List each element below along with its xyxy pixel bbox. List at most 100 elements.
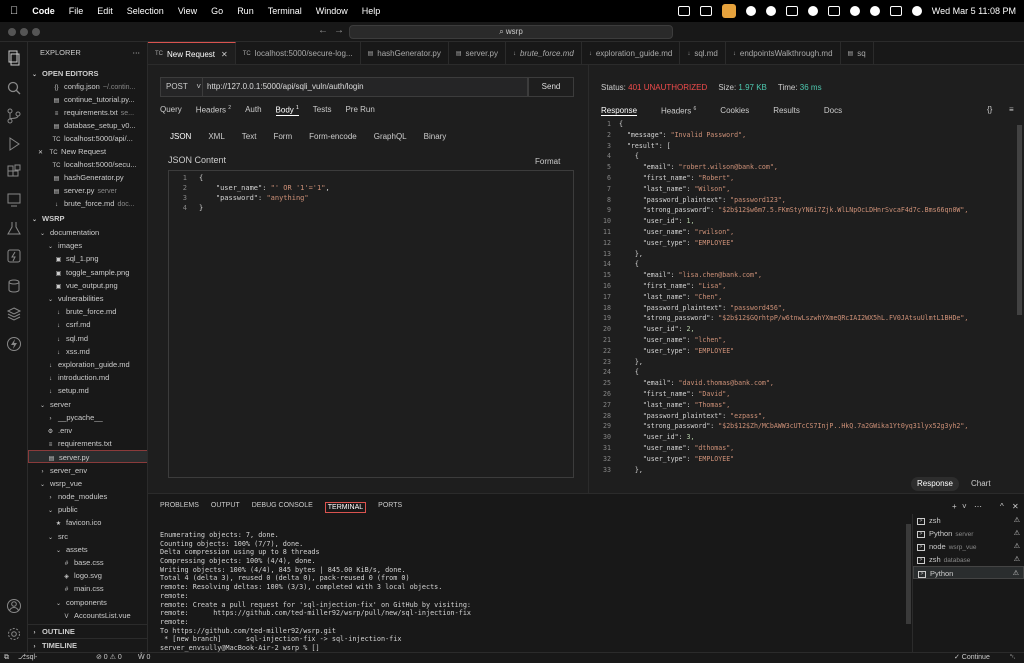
open-editors-section[interactable]: ⌄ OPEN EDITORS [28,67,147,80]
response-body-viewer[interactable]: 1{2 "message": "Invalid Password", 3 "res… [589,119,1019,479]
file-tree-item[interactable]: ↓ setup.md [28,384,147,397]
json-body-editor[interactable]: 1{ 2 "user_name": "' OR '1'='1", 3 "pass… [168,170,574,478]
send-button[interactable]: Send [528,77,574,97]
body-tab-form-encode[interactable]: Form-encode [309,132,357,141]
menu-window[interactable]: Window [316,6,348,16]
editor-tab[interactable]: ▤ hashGenerator.py [361,42,449,64]
tab-docs[interactable]: Docs [824,106,842,116]
format-button[interactable]: Format [535,157,560,166]
menu-go[interactable]: Go [211,6,223,16]
menu-run[interactable]: Run [237,6,254,16]
editor-tab[interactable]: TC localhost:5000/secure-log... [236,42,361,64]
editor-tab[interactable]: ↓ sql.md [680,42,726,64]
more-actions-icon[interactable]: ⋯ [974,502,982,511]
open-editor-item[interactable]: ▤ hashGenerator.py [28,171,147,184]
lightning-icon[interactable] [6,336,22,352]
tab-headers[interactable]: Headers 2 [196,105,231,116]
file-tree-item[interactable]: ↓ csrf.md [28,318,147,331]
tab-results[interactable]: Results [773,106,800,116]
siri-icon[interactable] [911,6,922,16]
open-editor-item[interactable]: ▤ server.py server [28,184,147,197]
more-actions-icon[interactable]: ⋯ [133,46,141,59]
body-tab-binary[interactable]: Binary [424,132,447,141]
menu-file[interactable]: File [69,6,84,16]
dropbox-icon[interactable] [785,6,798,16]
url-input[interactable]: http://127.0.0.1:5000/api/sqli_vuln/auth… [202,77,528,97]
tab-pre-run[interactable]: Pre Run [345,105,374,116]
chart-view-button[interactable]: Chart [971,477,991,491]
menu-terminal[interactable]: Terminal [268,6,302,16]
open-editor-item[interactable]: TC localhost:5000/api/... [28,132,147,145]
tab-auth[interactable]: Auth [245,105,261,116]
display-icon[interactable] [699,6,712,16]
body-tab-graphql[interactable]: GraphQL [374,132,407,141]
tab-debug-console[interactable]: DEBUG CONSOLE [252,502,313,513]
open-editor-item[interactable]: ≡ requirements.txt se... [28,106,147,119]
file-tree-item[interactable]: ★ favicon.ico [28,516,147,529]
continue-status[interactable]: ✓ Continue [954,653,990,663]
file-tree-item[interactable]: ⚙ .env [28,424,147,437]
menu-app-name[interactable]: Code [32,6,55,16]
battery-icon[interactable] [827,6,840,16]
tab-cookies[interactable]: Cookies [720,106,749,116]
control-center-icon[interactable] [889,6,902,16]
folder-tree-item[interactable]: ⌄ assets [28,543,147,556]
file-tree-item[interactable]: ↓ brute_force.md [28,305,147,318]
open-editor-item[interactable]: ↓ brute_force.md doc... [28,197,147,210]
file-tree-item[interactable]: # main.css [28,582,147,595]
notifications-bell-icon[interactable]: ␇ [1010,653,1016,663]
close-icon[interactable]: ✕ [38,150,43,156]
folder-tree-item[interactable]: ⌄ vulnerabilities [28,292,147,305]
minimize-window-button[interactable] [20,28,28,36]
editor-tab[interactable]: ↓ exploration_guide.md [582,42,681,64]
file-tree-item[interactable]: ▣ toggle_sample.png [28,266,147,279]
folder-tree-item[interactable]: ⌄ components [28,596,147,609]
http-method-select[interactable]: POST ˅ [160,77,206,97]
folder-tree-item[interactable]: › server_env [28,464,147,477]
body-tab-form[interactable]: Form [273,132,292,141]
editor-tab[interactable]: ▤ sq [841,42,874,64]
back-arrow-icon[interactable]: ← [318,25,328,36]
close-icon[interactable]: ✕ [221,50,228,59]
folder-tree-item[interactable]: ⌄ server [28,398,147,411]
user-badge-icon[interactable] [745,6,756,16]
terminal-session-item[interactable]: > Python server ⚠ [913,527,1024,540]
testing-flask-icon[interactable] [6,220,22,236]
file-tree-item[interactable]: ▣ vue_output.png [28,279,147,292]
file-tree-item[interactable]: ≡ requirements.txt [28,437,147,450]
cloud-icon[interactable] [807,6,818,16]
tab-output[interactable]: OUTPUT [211,502,240,513]
remote-indicator-icon[interactable]: ⧉ [4,653,9,663]
remote-explorer-icon[interactable] [6,192,22,208]
folder-tree-item[interactable]: ⌄ src [28,530,147,543]
menu-edit[interactable]: Edit [97,6,113,16]
extensions-icon[interactable] [6,164,22,180]
file-tree-item[interactable]: ↓ xss.md [28,345,147,358]
search-icon[interactable] [6,80,22,96]
tab-tests[interactable]: Tests [313,105,332,116]
apple-icon[interactable]:  [10,5,18,17]
file-tree-item[interactable]: ↓ exploration_guide.md [28,358,147,371]
body-tab-text[interactable]: Text [242,132,257,141]
tab-query[interactable]: Query [160,105,182,116]
folder-tree-item[interactable]: ⌄ wsrp_vue [28,477,147,490]
file-tree-item[interactable]: V AccountsList.vue [28,609,147,622]
body-tab-xml[interactable]: XML [208,132,224,141]
close-window-button[interactable] [8,28,16,36]
open-editor-item[interactable]: ✕ TC New Request [28,145,147,158]
microphone-icon[interactable] [721,4,736,18]
project-section[interactable]: ⌄ WSRP [28,212,147,225]
forward-arrow-icon[interactable]: → [334,25,344,36]
braces-icon[interactable]: {} [987,105,992,114]
folder-tree-item[interactable]: ⌄ documentation [28,226,147,239]
tab-response-headers[interactable]: Headers 6 [661,106,696,116]
terminal-session-item[interactable]: > zsh database ⚠ [913,553,1024,566]
tab-body[interactable]: Body 1 [275,105,299,116]
folder-tree-item[interactable]: ⌄ images [28,239,147,252]
thunder-client-icon[interactable] [6,248,22,264]
folder-tree-item[interactable]: › __pycache__ [28,411,147,424]
menu-view[interactable]: View [178,6,197,16]
maximize-panel-icon[interactable]: ^ [1000,502,1004,511]
editor-tab[interactable]: ↓ endpointsWalkthrough.md [726,42,841,64]
account-icon[interactable] [6,598,22,614]
